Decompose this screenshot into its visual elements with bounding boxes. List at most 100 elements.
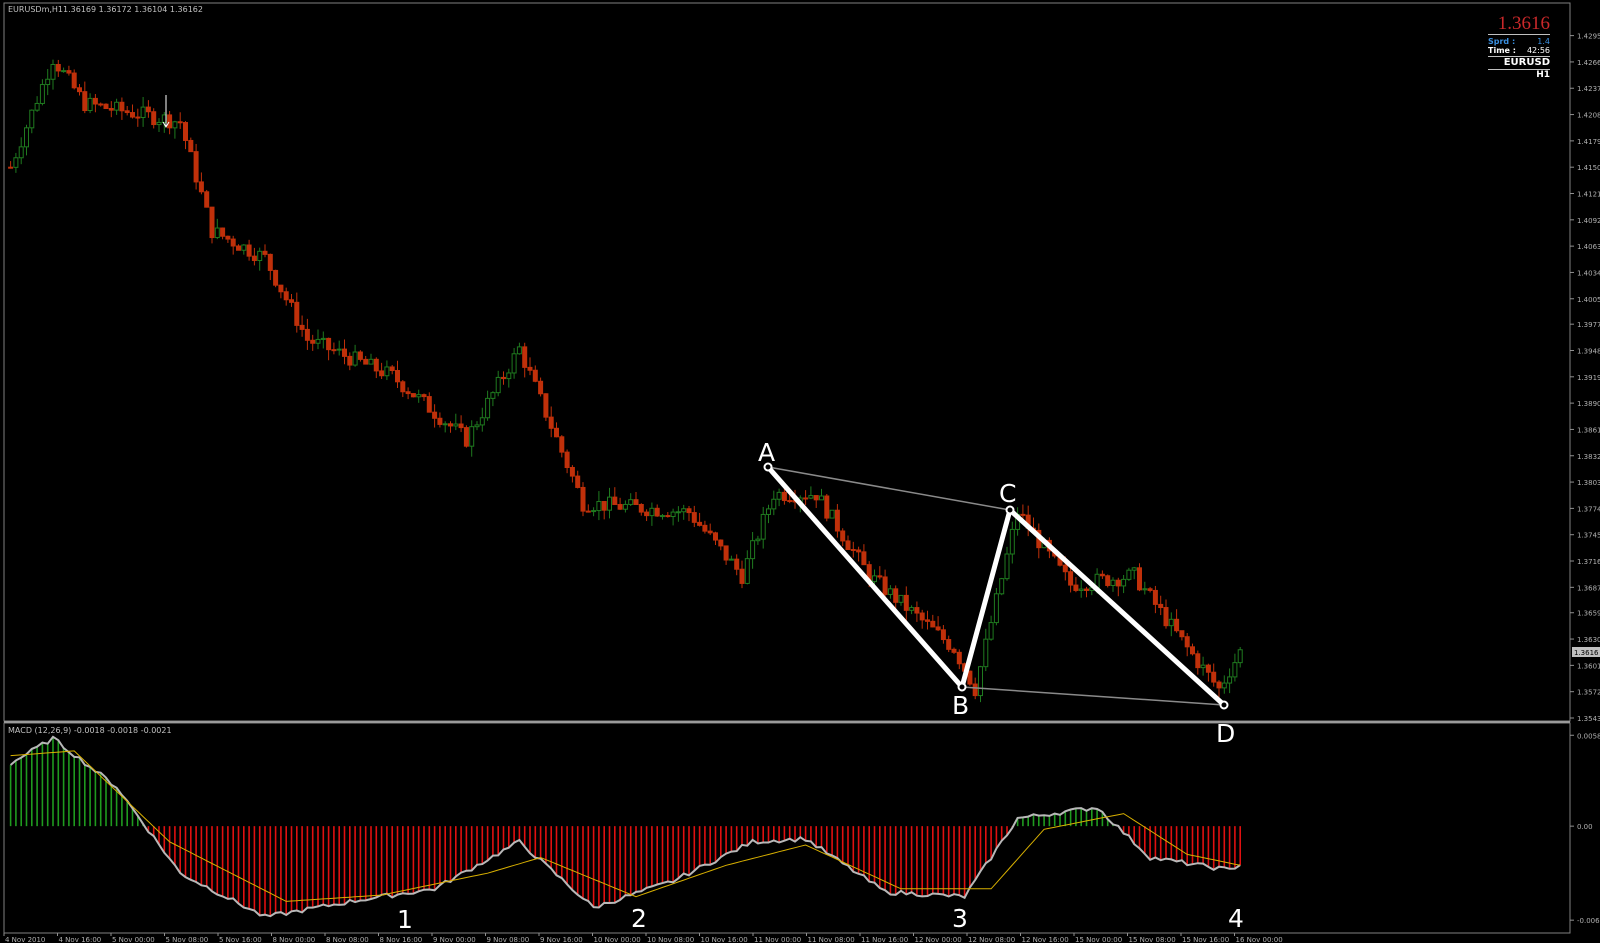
time-tick-label: 10 Nov 16:00 [701, 936, 748, 943]
candle-body [183, 122, 188, 141]
candle-body [304, 328, 310, 341]
candle-body [1078, 588, 1084, 591]
candle-body [315, 338, 321, 344]
candle-body [1227, 676, 1233, 684]
ohlc-readout: 1.36169 1.36172 1.36104 1.36162 [63, 5, 203, 14]
candle-body [834, 509, 840, 532]
candle-body [718, 539, 724, 547]
candle-body [946, 639, 952, 650]
price-tick-label: 1.3543 [1577, 715, 1600, 723]
candle-body [1190, 646, 1195, 655]
time-tick-label: 4 Nov 2010 [5, 936, 45, 943]
candle-body [368, 358, 374, 365]
price-tick-label: 1.3687 [1577, 584, 1600, 592]
price-tick-label: 1.4063 [1577, 243, 1600, 251]
candle-body [612, 496, 618, 506]
macd-tick-label: -0.006 [1577, 917, 1600, 925]
candle-body [691, 512, 697, 523]
candle-body [151, 111, 157, 126]
candle-body [230, 238, 236, 247]
candle-body [61, 70, 67, 73]
candle-body [45, 78, 51, 86]
candle-body [506, 372, 512, 380]
macd-label: MACD (12,26,9) -0.0018 -0.0018 -0.0021 [8, 726, 172, 735]
candle-body [1110, 579, 1116, 586]
candle-body [124, 110, 130, 114]
candle-body [956, 651, 962, 665]
candle-body [1200, 664, 1206, 669]
candle-body [882, 576, 888, 595]
time-tick-label: 15 Nov 08:00 [1129, 936, 1176, 943]
candle-body [87, 97, 93, 112]
candle-body [1158, 603, 1164, 609]
price-tick-label: 1.3948 [1577, 347, 1600, 355]
candle-body [336, 348, 342, 351]
candle-body [13, 157, 19, 168]
candle-body [1152, 589, 1158, 605]
candle-body [511, 353, 517, 374]
time-tick-label: 4 Nov 16:00 [59, 936, 102, 943]
candle-body [734, 558, 740, 570]
candle-body [771, 498, 777, 510]
price-tick-label: 1.4121 [1577, 191, 1600, 199]
candle-body [739, 568, 745, 584]
time-tick-label: 11 Nov 16:00 [861, 936, 908, 943]
candle-body [34, 102, 40, 111]
candle-body [1195, 653, 1201, 669]
candle-body [1062, 564, 1068, 573]
candle-body [697, 521, 703, 526]
candle-body [273, 269, 279, 286]
candle-body [935, 626, 941, 631]
spread-label: Sprd : [1488, 37, 1516, 46]
candle-body [310, 339, 316, 344]
price-tick-label: 1.3832 [1577, 453, 1600, 461]
candle-body [845, 540, 851, 551]
price-tick-label: 1.3803 [1577, 479, 1600, 487]
candle-body [320, 337, 326, 340]
candle-body [474, 424, 480, 428]
candle-body [681, 508, 687, 513]
price-axis: 1.4295 1.4266 1.4237 1.4208 1.4179 1.4150 1.41… [1570, 33, 1600, 723]
candle-body [1115, 579, 1121, 587]
candle-body [204, 191, 210, 208]
candle-body [850, 549, 856, 552]
candle-body [426, 396, 432, 413]
candle-body [39, 84, 45, 104]
candle-body [66, 70, 72, 74]
candle-body [686, 508, 692, 514]
time-tick-label: 16 Nov 00:00 [1236, 936, 1283, 943]
candle-body [893, 588, 899, 603]
price-tick-label: 1.3774 [1577, 505, 1600, 513]
candle-body [622, 503, 628, 510]
candle-body [347, 355, 353, 366]
candle-body [607, 496, 612, 511]
candle-body [548, 416, 554, 429]
candle-body [633, 499, 639, 506]
candle-body [760, 513, 766, 540]
candle-body [808, 495, 814, 499]
price-tick-label: 1.3659 [1577, 610, 1600, 618]
candle-body [925, 619, 930, 622]
candle-body [1105, 575, 1111, 586]
candle-body [405, 391, 411, 395]
candle-body [410, 393, 416, 398]
candle-body [172, 121, 178, 129]
candle-body [294, 301, 300, 326]
candle-body [776, 491, 782, 500]
candle-body [713, 532, 718, 541]
candle-body [432, 411, 438, 419]
macd-tick-label: 0.00 [1577, 823, 1593, 831]
info-timeframe: H1 [1536, 70, 1550, 80]
candle-body [92, 97, 98, 105]
time-tick-label: 9 Nov 16:00 [540, 936, 583, 943]
candle-body [665, 515, 671, 518]
candle-body [914, 607, 920, 614]
price-tick-label: 1.3745 [1577, 532, 1600, 540]
candle-body [262, 250, 268, 255]
candle-body [940, 629, 946, 641]
candle-body [379, 370, 385, 377]
candle-body [675, 511, 681, 514]
candle-body [458, 423, 464, 429]
candle-body [495, 376, 501, 394]
pattern-label-c: C [999, 479, 1016, 508]
